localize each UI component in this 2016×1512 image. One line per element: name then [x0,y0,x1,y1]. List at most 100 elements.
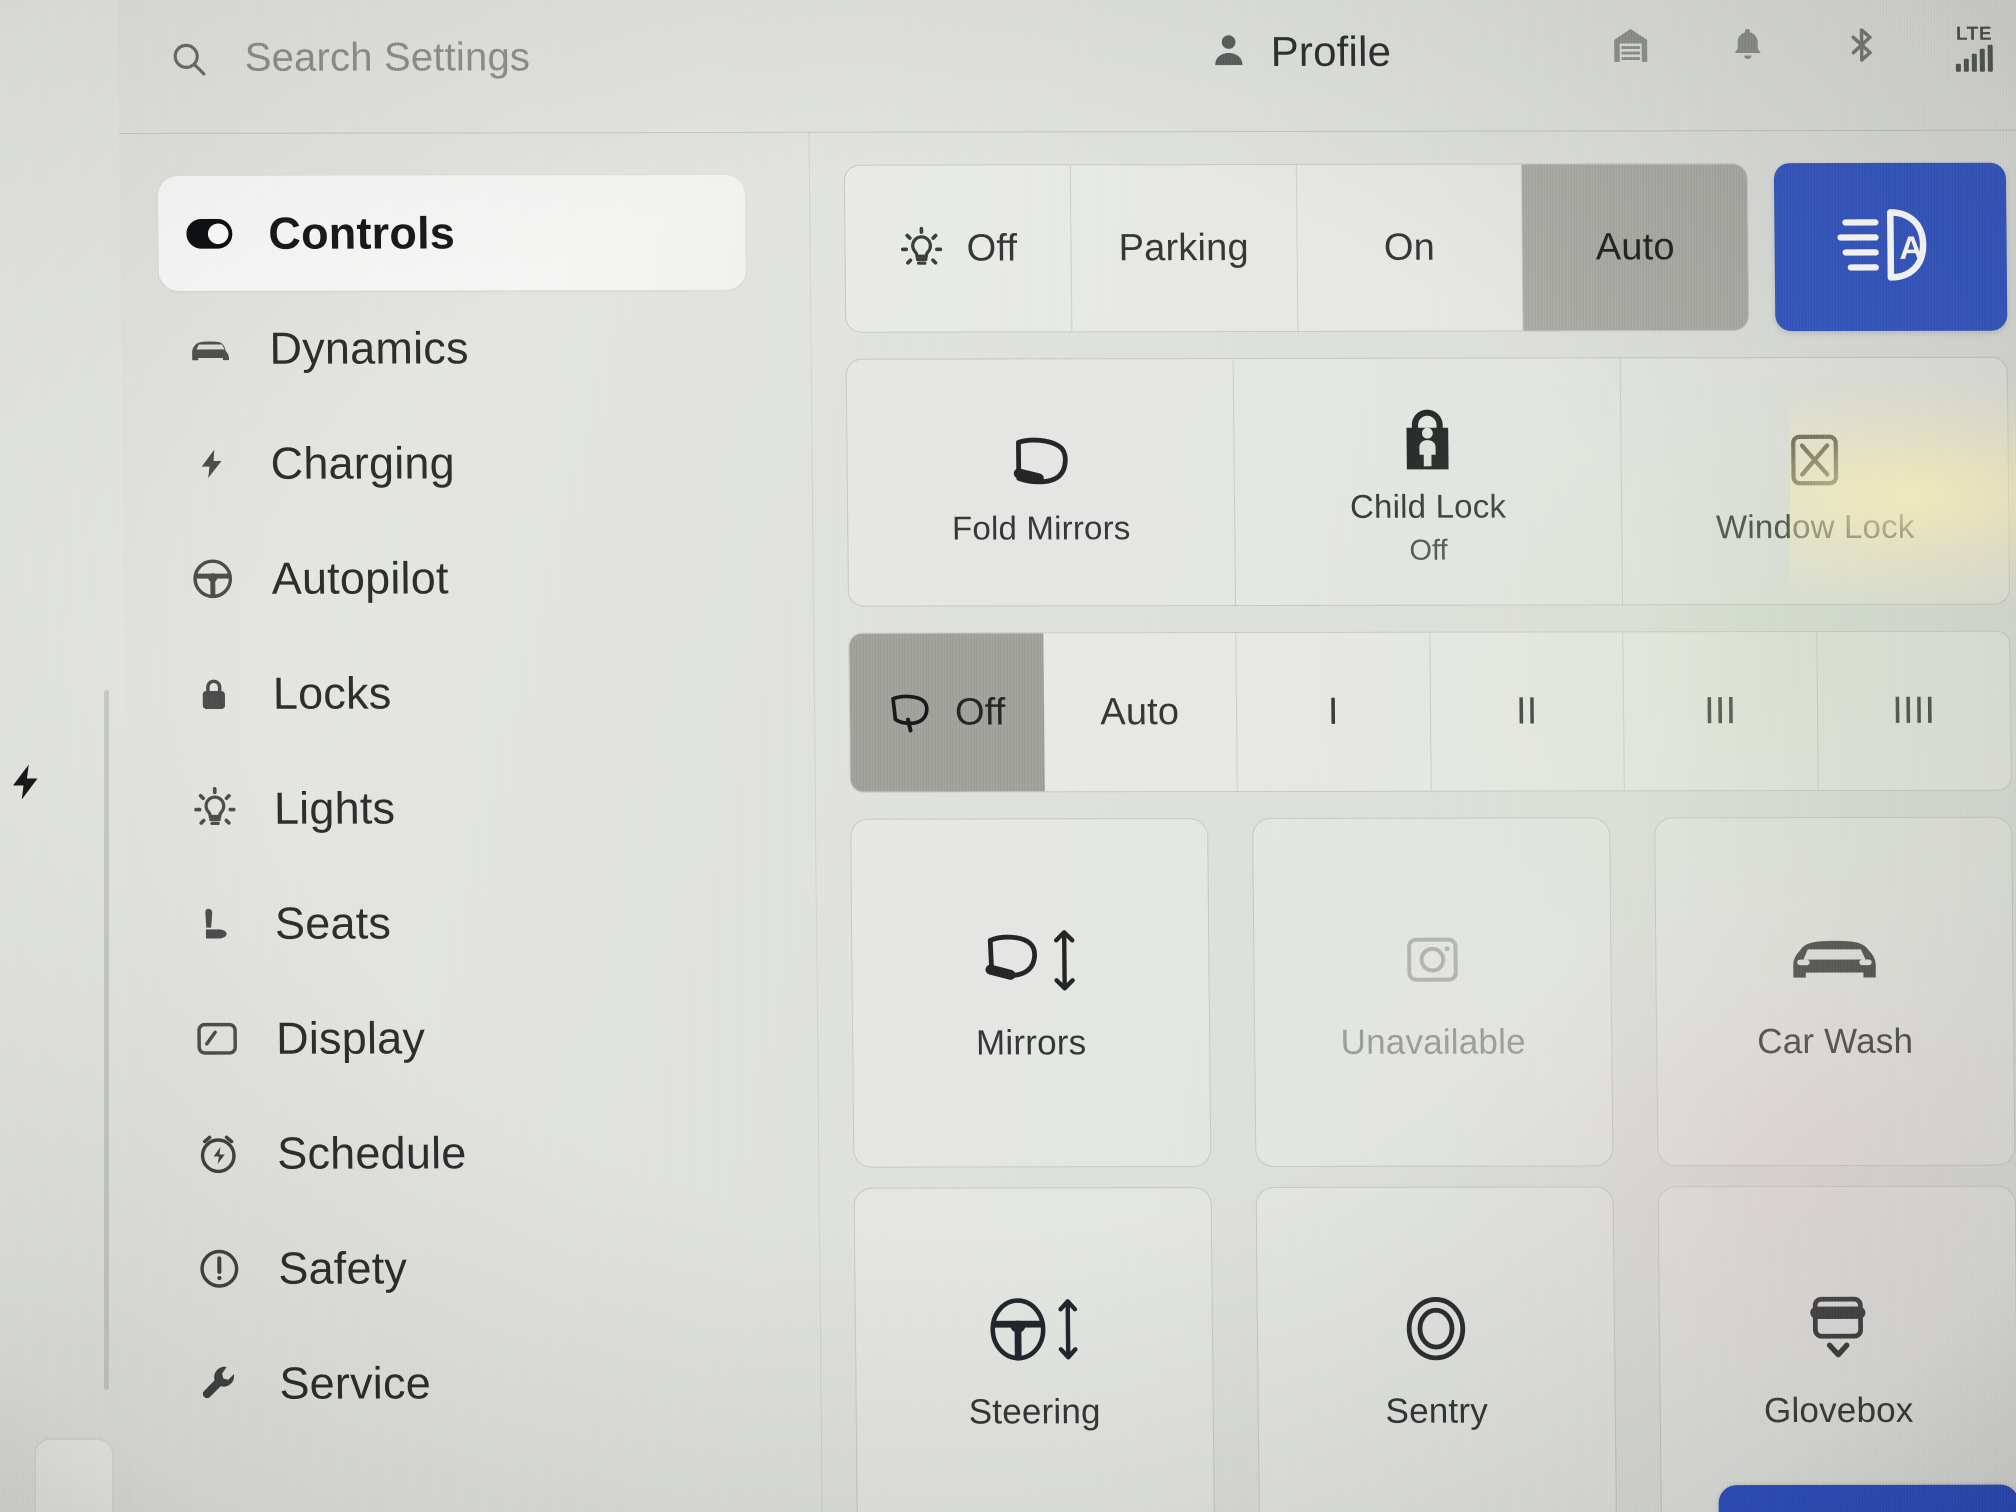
profile-button[interactable]: Profile [1208,28,1391,76]
photo-frame: Profile [0,0,2016,1512]
fold-mirrors-label: Fold Mirrors [951,509,1131,547]
wiper-icon [887,690,933,736]
wiper-option-label: II [1515,690,1538,733]
camera-icon [1402,922,1463,996]
sidebar-item-lights[interactable]: Lights [163,750,751,866]
bulb-icon [192,785,238,831]
car-wash-label: Car Wash [1757,1021,1914,1061]
mirror-adjust-icon [980,923,1081,997]
person-icon [1208,29,1248,76]
sidebar-item-label: Safety [278,1241,408,1294]
signal-bars [1955,44,1993,72]
sidebar-item-label: Display [275,1011,426,1064]
sidebar-item-dynamics[interactable]: Dynamics [159,290,747,406]
cellular-signal-indicator: LTE [1955,23,1993,72]
sidebar-item-label: Lights [273,781,396,834]
bell-icon[interactable] [1727,23,1767,72]
car-wash-card[interactable]: Car Wash [1654,816,2016,1167]
auto-high-beam-icon: A [1835,201,1946,292]
bluetooth-icon[interactable] [1841,21,1882,74]
wiper-option-label: I [1327,690,1339,733]
unavailable-label: Unavailable [1340,1022,1526,1062]
charging-bolt-icon [6,752,48,817]
sidebar-item-safety[interactable]: Safety [168,1210,756,1326]
sidebar-item-service[interactable]: Service [169,1325,757,1441]
alarm-bolt-icon [195,1130,241,1176]
sentry-label: Sentry [1385,1391,1489,1431]
sidebar-item-label: Autopilot [271,551,449,604]
exclamation-circle-icon [196,1245,242,1291]
sidebar-item-locks[interactable]: Locks [162,635,750,751]
headlights-option-off[interactable]: Off [844,165,1073,332]
screen-icon [194,1015,240,1061]
search-bar[interactable] [169,34,765,81]
auto-high-beam-button[interactable]: A [1773,162,2008,332]
steering-adjust-icon [984,1292,1085,1366]
headlights-option-label: On [1383,226,1436,269]
sidebar-item-schedule[interactable]: Schedule [167,1095,755,1211]
wiper-option-2[interactable]: II [1429,632,1625,791]
bulb-icon [898,226,944,272]
wiper-speed-segment: Off Auto I II III IIII [848,630,2012,793]
headlights-option-label: Auto [1595,225,1675,268]
headlights-option-parking[interactable]: Parking [1070,164,1298,332]
steering-wheel-icon [189,555,235,601]
sidebar-item-autopilot[interactable]: Autopilot [161,520,749,636]
wrench-icon [197,1360,243,1406]
headlights-option-auto[interactable]: Auto [1522,164,1749,331]
child-lock-tile[interactable]: Child Lock Off [1233,358,1624,606]
child-lock-icon [1400,405,1455,473]
wiper-option-auto[interactable]: Auto [1042,633,1238,792]
bottom-blue-button[interactable] [1718,1484,2016,1512]
sidebar-item-charging[interactable]: Charging [160,405,748,521]
headlights-option-label: Parking [1118,226,1250,269]
wiper-option-label: Off [954,690,1006,734]
sentry-card[interactable]: Sentry [1255,1186,1617,1512]
settings-sidebar: Controls Dynamics Charging Autopilot Loc… [119,132,823,1512]
headlights-option-label: Off [966,226,1018,270]
network-type-label: LTE [1955,23,1993,45]
status-icon-group: LTE [1607,21,1993,75]
panel-divider [104,690,109,1390]
sidebar-item-display[interactable]: Display [166,980,754,1096]
unavailable-card: Unavailable [1252,817,1614,1167]
steering-card[interactable]: Steering [853,1187,1215,1512]
search-input[interactable] [244,34,765,81]
controls-panel: Off Parking On Auto A Fold Mirrors Child… [809,131,2016,1512]
sidebar-item-seats[interactable]: Seats [164,865,752,981]
garage-icon[interactable] [1607,23,1653,72]
window-lock-tile[interactable]: Window Lock [1621,358,2009,605]
wiper-option-3[interactable]: III [1623,632,1819,791]
wiper-option-off[interactable]: Off [849,633,1045,792]
bolt-icon [188,440,234,486]
sidebar-item-label: Seats [274,896,392,949]
glovebox-card[interactable]: Glovebox [1657,1185,2016,1512]
child-lock-label: Child Lock [1349,487,1507,525]
child-lock-status: Off [1409,534,1448,568]
sidebar-item-controls[interactable]: Controls [157,174,746,291]
controls-card-grid: Mirrors Unavailable Car Wash Steering Se… [850,816,2016,1512]
top-status-bar: Profile [118,0,2016,134]
sidebar-item-label: Controls [268,206,456,259]
sidebar-item-label: Locks [272,667,392,719]
wiper-option-1[interactable]: I [1236,632,1432,792]
headlights-row: Off Parking On Auto A [843,162,2008,333]
mirrors-label: Mirrors [975,1022,1087,1062]
glovebox-icon [1805,1290,1872,1364]
mirrors-card[interactable]: Mirrors [850,818,1212,1168]
padlock-icon [191,670,237,716]
wiper-option-label: III [1703,689,1737,732]
mirror-icon [1006,428,1075,496]
svg-text:A: A [1899,229,1923,265]
sidebar-item-label: Schedule [276,1126,467,1179]
search-icon [169,38,209,78]
wiper-option-label: Auto [1100,690,1180,733]
wiper-option-4[interactable]: IIII [1817,632,2011,790]
headlights-option-on[interactable]: On [1296,164,1524,331]
car-front-icon [187,325,233,371]
headlights-mode-segment: Off Parking On Auto [843,163,1750,333]
sidebar-item-label: Service [279,1356,432,1409]
sidebar-item-label: Dynamics [269,321,469,374]
window-lock-icon [1785,426,1844,494]
fold-mirrors-tile[interactable]: Fold Mirrors [846,359,1237,606]
